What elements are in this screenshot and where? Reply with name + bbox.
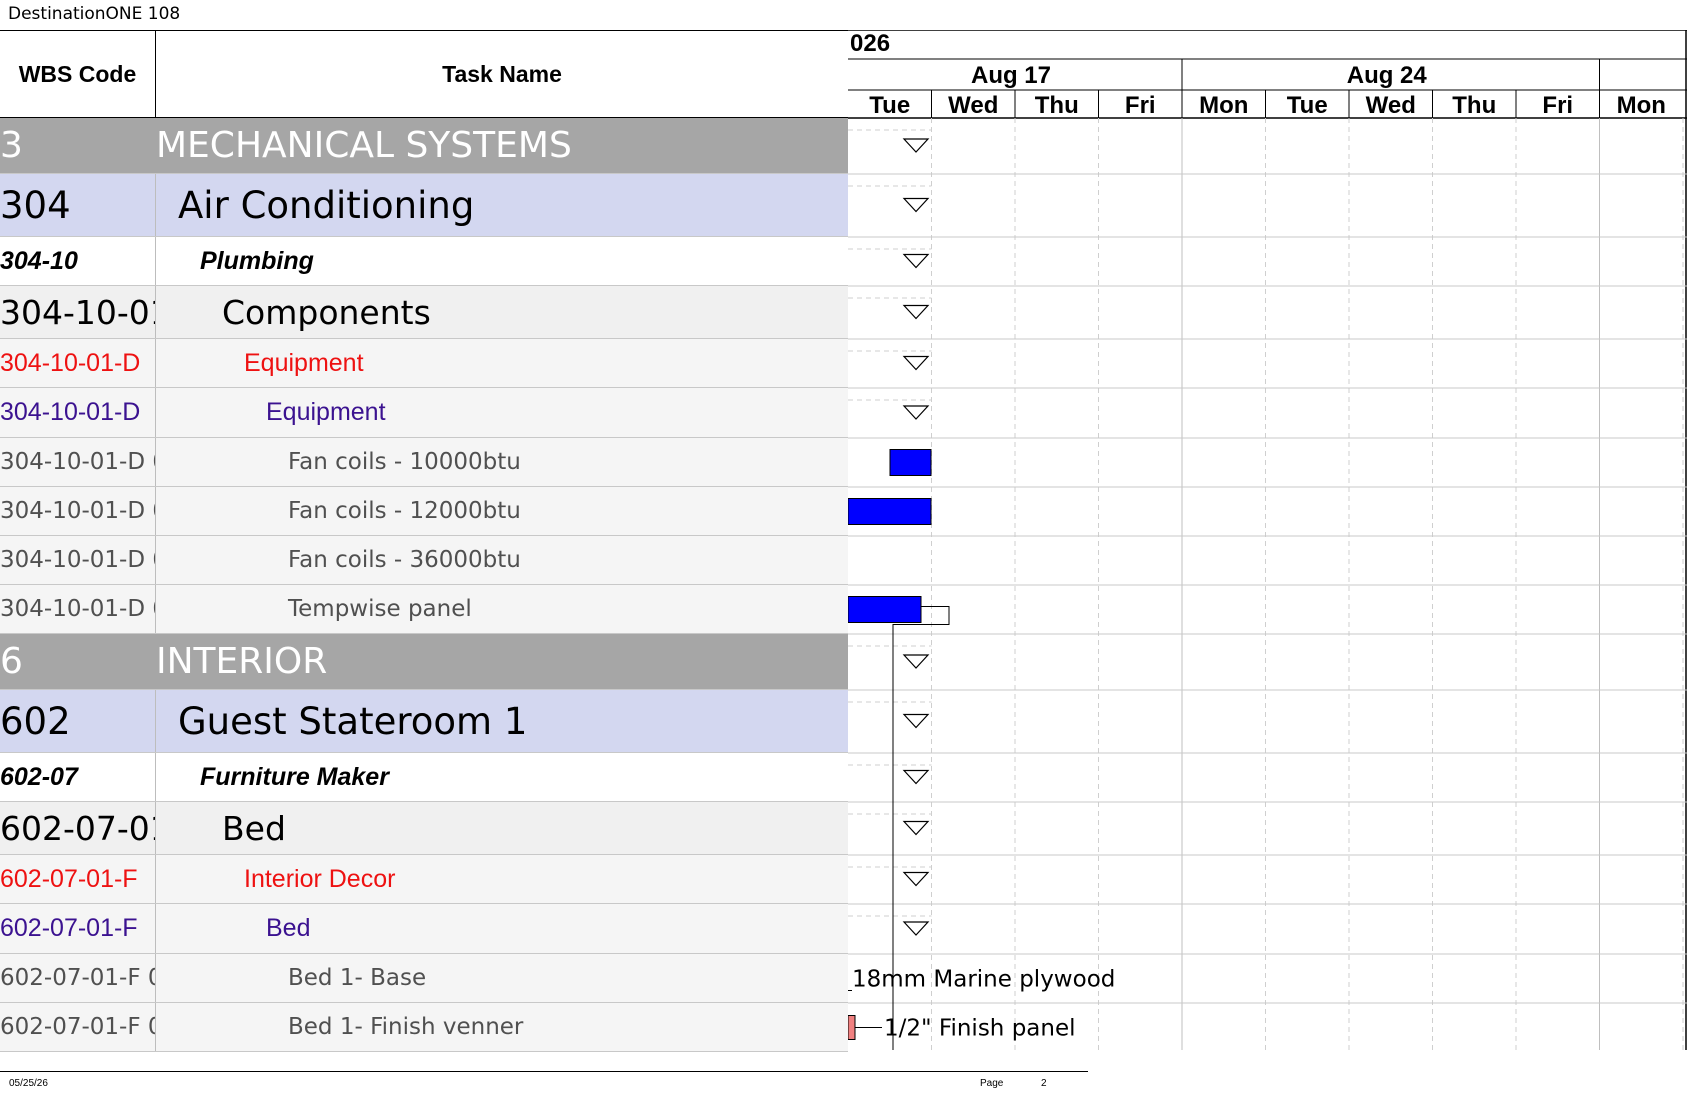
- wbs-code-cell: 304-10-01-D 0: [0, 536, 156, 584]
- day-label: Fri: [1542, 92, 1573, 119]
- summary-collapse-icon: [902, 304, 930, 320]
- day-label: Mon: [1199, 92, 1248, 119]
- task-row[interactable]: 602-07-01-F Bed: [0, 904, 848, 954]
- summary-collapse-icon: [902, 405, 930, 420]
- summary-collapse-icon: [902, 713, 930, 729]
- wbs-code-cell: 304-10-01-D: [0, 339, 156, 387]
- wbs-code-cell: 6: [0, 641, 23, 682]
- task-row[interactable]: 304-10-01-D Equipment: [0, 388, 848, 438]
- gantt-chart: 026 Aug 17 Aug 24 Tue Wed Thu Fri Mon Tue Wed Thu F…: [848, 30, 1687, 1050]
- task-table: 3 MECHANICAL SYSTEMS 304 Air Conditioning 30…: [0, 118, 848, 1052]
- task-row[interactable]: 304-10-01 Components: [0, 286, 848, 339]
- task-row[interactable]: 602-07-01-F Interior Decor: [0, 855, 848, 904]
- wbs-code-cell: 602-07-01: [0, 802, 156, 854]
- task-name-cell: Interior Decor: [244, 864, 396, 893]
- summary-collapse-icon: [902, 138, 930, 153]
- task-name-cell: Fan coils - 10000btu: [288, 449, 521, 475]
- task-name-cell: Fan coils - 12000btu: [288, 498, 521, 524]
- task-row[interactable]: 304-10-01-D 0 Fan coils - 36000btu: [0, 536, 848, 585]
- task-bar: [848, 498, 932, 525]
- task-name-cell: Bed 1- Finish venner: [288, 1014, 524, 1040]
- summary-collapse-icon: [902, 197, 930, 213]
- task-name-cell: INTERIOR: [156, 641, 328, 682]
- wbs-code-cell: 304-10-01: [0, 286, 156, 338]
- week-label: Aug 24: [1347, 62, 1428, 89]
- task-bar: [848, 596, 922, 623]
- task-row[interactable]: 304-10-01-D 0 Fan coils - 12000btu: [0, 487, 848, 536]
- wbs-code-cell: 602-07: [0, 753, 156, 801]
- wbs-code-cell: 3: [0, 125, 23, 166]
- summary-collapse-icon: [902, 355, 930, 371]
- task-name-cell: Equipment: [266, 398, 386, 426]
- task-row[interactable]: 602-07-01-F 0 Bed 1- Finish venner: [0, 1003, 848, 1052]
- summary-collapse-icon: [902, 921, 930, 936]
- task-name-cell: Fan coils - 36000btu: [288, 547, 521, 573]
- day-label: Wed: [948, 92, 998, 119]
- task-row[interactable]: 602-07-01-F 0 Bed 1- Base: [0, 954, 848, 1003]
- task-row[interactable]: 304-10-01-D 0 Fan coils - 10000btu: [0, 438, 848, 487]
- day-label: Tue: [1287, 92, 1328, 119]
- task-row[interactable]: 602-07 Furniture Maker: [0, 753, 848, 802]
- footer-divider: [0, 1071, 1088, 1072]
- task-bar: [848, 1015, 856, 1040]
- task-name-cell: Tempwise panel: [288, 596, 472, 622]
- footer-print-date: 05/25/26: [9, 1078, 48, 1089]
- wbs-code-cell: 602-07-01-F: [0, 855, 156, 903]
- document-title: DestinationONE 108: [8, 4, 181, 24]
- summary-collapse-icon: [902, 769, 930, 785]
- task-name-cell: MECHANICAL SYSTEMS: [156, 125, 572, 166]
- task-row[interactable]: 3 MECHANICAL SYSTEMS: [0, 118, 848, 174]
- task-row[interactable]: 602-07-01 Bed: [0, 802, 848, 855]
- resource-label: 1/2" Finish panel: [884, 1016, 1076, 1042]
- footer-page-label: Page: [980, 1078, 1004, 1089]
- task-name-column-header[interactable]: Task Name: [156, 31, 848, 117]
- day-label: Mon: [1617, 92, 1666, 119]
- footer-page-number: 2: [1041, 1078, 1047, 1089]
- summary-collapse-icon: [902, 654, 930, 669]
- wbs-code-cell: 304-10-01-D: [0, 388, 156, 437]
- task-row[interactable]: 304-10-01-D 0 Tempwise panel: [0, 585, 848, 634]
- task-name-cell: Plumbing: [200, 246, 314, 275]
- summary-collapse-icon: [902, 820, 930, 836]
- task-row[interactable]: 304 Air Conditioning: [0, 174, 848, 237]
- wbs-code-cell: 304-10-01-D 0: [0, 438, 156, 486]
- wbs-code-cell: 602-07-01-F 0: [0, 954, 156, 1002]
- task-row[interactable]: 6 INTERIOR: [0, 634, 848, 690]
- wbs-code-cell: 304: [0, 174, 156, 236]
- task-row[interactable]: 304-10 Plumbing: [0, 237, 848, 286]
- task-name-cell: Air Conditioning: [178, 183, 475, 227]
- task-row[interactable]: 602 Guest Stateroom 1: [0, 690, 848, 753]
- task-name-cell: Bed: [266, 914, 311, 942]
- task-name-cell: Guest Stateroom 1: [178, 699, 528, 743]
- table-header: WBS Code Task Name: [0, 30, 848, 118]
- task-name-cell: Components: [222, 292, 431, 332]
- wbs-code-column-header[interactable]: WBS Code: [0, 31, 156, 117]
- task-name-cell: Equipment: [244, 348, 364, 377]
- wbs-code-cell: 304-10: [0, 237, 156, 285]
- summary-collapse-icon: [902, 253, 930, 269]
- wbs-code-cell: 602-07-01-F: [0, 904, 156, 953]
- task-row[interactable]: 304-10-01-D Equipment: [0, 339, 848, 388]
- task-name-cell: Furniture Maker: [200, 762, 389, 791]
- day-label: Wed: [1366, 92, 1416, 119]
- day-label: Thu: [1035, 92, 1079, 119]
- wbs-code-cell: 602-07-01-F 0: [0, 1003, 156, 1051]
- day-label: Tue: [869, 92, 910, 119]
- task-name-cell: Bed 1- Base: [288, 965, 427, 991]
- task-bar: [889, 449, 932, 476]
- summary-collapse-icon: [902, 871, 930, 887]
- day-label: Thu: [1452, 92, 1496, 119]
- week-label: Aug 17: [971, 62, 1051, 89]
- year-label: 026: [850, 30, 890, 57]
- wbs-code-cell: 304-10-01-D 0: [0, 487, 156, 535]
- task-name-cell: Bed: [222, 808, 286, 848]
- resource-label: 18mm Marine plywood: [852, 967, 1115, 993]
- wbs-code-cell: 602: [0, 690, 156, 752]
- gantt-timeline: 026 Aug 17 Aug 24 Tue Wed Thu Fri Mon Tue Wed Thu F…: [848, 30, 1687, 1050]
- day-label: Fri: [1125, 92, 1156, 119]
- wbs-code-cell: 304-10-01-D 0: [0, 585, 156, 633]
